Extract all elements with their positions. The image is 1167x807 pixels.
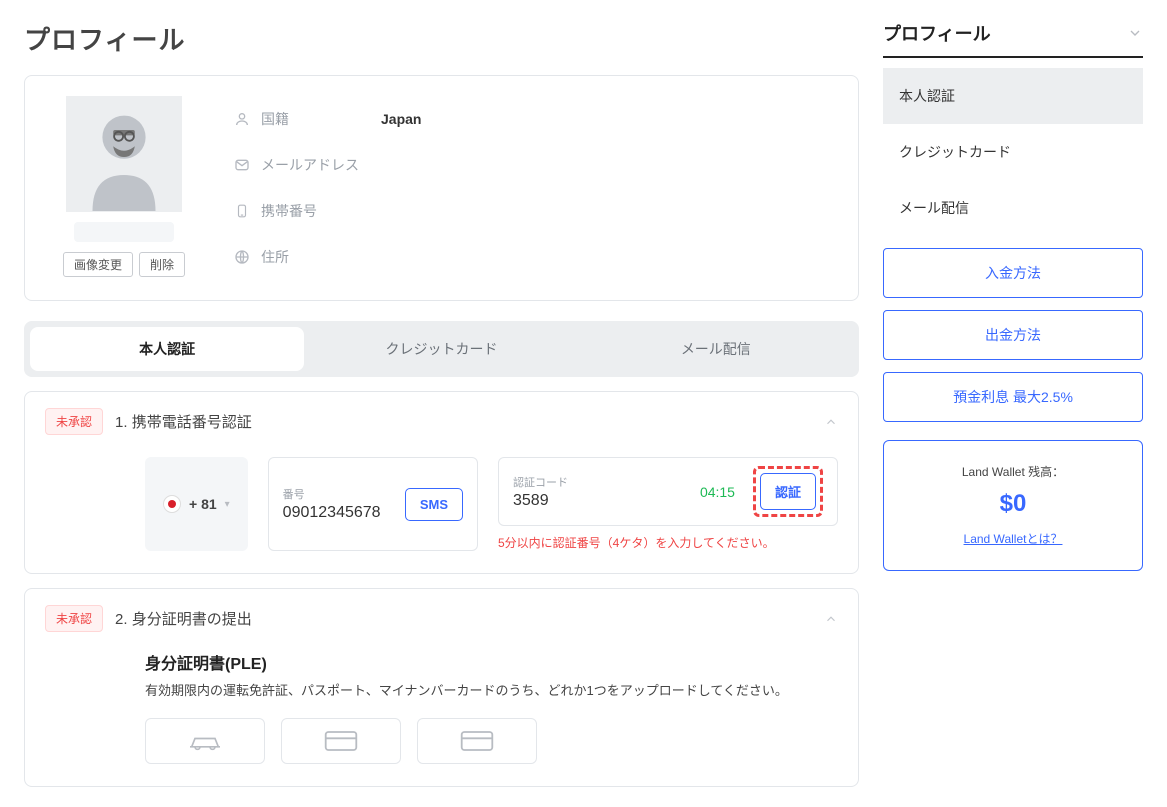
sidebar-item-verify[interactable]: 本人認証 <box>883 68 1143 124</box>
sidebar-item-mail[interactable]: メール配信 <box>883 180 1143 236</box>
page-title: プロフィール <box>24 20 859 57</box>
sidebar-title: プロフィール <box>883 20 991 46</box>
envelope-icon <box>233 156 251 174</box>
sms-button[interactable]: SMS <box>405 488 463 521</box>
panel-phone-verify: 未承認 1. 携帯電話番号認証 + 81 ▾ 番号 09012345678 <box>24 391 859 574</box>
panel-title-phone: 1. 携帯電話番号認証 <box>115 411 252 432</box>
car-icon <box>185 728 225 754</box>
tab-credit[interactable]: クレジットカード <box>304 327 578 371</box>
verify-code-field-group: 認証コード 3589 04:15 認証 <box>498 457 838 526</box>
profile-info: 国籍 Japan メールアドレス 携帯番号 <box>233 96 834 280</box>
panel-title-id: 2. 身分証明書の提出 <box>115 608 252 629</box>
card-icon <box>459 728 495 754</box>
status-badge-unapproved: 未承認 <box>45 408 103 435</box>
chevron-down-icon <box>1127 25 1143 41</box>
countdown-timer: 04:15 <box>700 484 735 500</box>
upload-option-mynumber[interactable] <box>417 718 537 764</box>
card-icon <box>323 728 359 754</box>
tabs-bar: 本人認証 クレジットカード メール配信 <box>24 321 859 377</box>
phone-label: 携帯番号 <box>261 201 371 221</box>
deposit-button[interactable]: 入金方法 <box>883 248 1143 298</box>
avatar-column: 画像変更 削除 <box>49 96 199 280</box>
sidebar-item-credit[interactable]: クレジットカード <box>883 124 1143 180</box>
phone-field-value[interactable]: 09012345678 <box>283 504 393 522</box>
profile-card: 画像変更 削除 国籍 Japan メールアドレス <box>24 75 859 301</box>
wallet-info-link[interactable]: Land Walletとは？ <box>964 530 1063 547</box>
row-address: 住所 <box>233 234 834 280</box>
row-email: メールアドレス <box>233 142 834 188</box>
row-nationality: 国籍 Japan <box>233 96 834 142</box>
row-phone: 携帯番号 <box>233 188 834 234</box>
address-label: 住所 <box>261 247 371 267</box>
email-label: メールアドレス <box>261 155 371 175</box>
phone-number-field-group: 番号 09012345678 SMS <box>268 457 478 551</box>
country-code-select[interactable]: + 81 ▾ <box>145 457 248 551</box>
name-placeholder <box>74 222 174 242</box>
upload-option-passport[interactable] <box>281 718 401 764</box>
chevron-up-icon[interactable] <box>824 612 838 626</box>
verify-button[interactable]: 認証 <box>760 473 816 510</box>
sidebar: プロフィール 本人認証 クレジットカード メール配信 入金方法 出金方法 預金利… <box>883 20 1143 787</box>
panel-id-upload: 未承認 2. 身分証明書の提出 身分証明書(PLE) 有効期限内の運転免許証、パ… <box>24 588 859 787</box>
avatar-image <box>66 96 182 212</box>
code-field-label: 認証コード <box>513 474 688 490</box>
wallet-balance-box: Land Wallet 残高： $0 Land Walletとは？ <box>883 440 1143 571</box>
id-doc-description: 有効期限内の運転免許証、パスポート、マイナンバーカードのうち、どれか1つをアップ… <box>145 680 838 702</box>
phone-field-label: 番号 <box>283 486 393 502</box>
person-icon <box>79 102 169 212</box>
globe-icon <box>233 248 251 266</box>
code-field-value[interactable]: 3589 <box>513 492 688 510</box>
jp-flag-icon <box>163 495 181 513</box>
wallet-balance-label: Land Wallet 残高： <box>896 463 1130 480</box>
chevron-up-icon[interactable] <box>824 415 838 429</box>
phone-icon <box>233 202 251 220</box>
country-code-value: + 81 <box>189 496 217 512</box>
sidebar-heading[interactable]: プロフィール <box>883 20 1143 58</box>
avatar-change-button[interactable]: 画像変更 <box>63 252 133 277</box>
verify-button-highlight: 認証 <box>753 466 823 517</box>
tab-verify[interactable]: 本人認証 <box>30 327 304 371</box>
avatar-delete-button[interactable]: 削除 <box>139 252 185 277</box>
id-doc-title: 身分証明書(PLE) <box>145 650 838 674</box>
nationality-value: Japan <box>381 111 421 127</box>
status-badge-unapproved: 未承認 <box>45 605 103 632</box>
withdraw-button[interactable]: 出金方法 <box>883 310 1143 360</box>
tab-mail[interactable]: メール配信 <box>579 327 853 371</box>
user-icon <box>233 110 251 128</box>
verify-helper-text: 5分以内に認証番号（4ケタ）を入力してください。 <box>498 534 838 551</box>
upload-option-license[interactable] <box>145 718 265 764</box>
interest-button[interactable]: 預金利息 最大2.5% <box>883 372 1143 422</box>
nationality-label: 国籍 <box>261 109 371 129</box>
chevron-down-icon: ▾ <box>225 499 230 510</box>
wallet-balance-amount: $0 <box>896 490 1130 518</box>
